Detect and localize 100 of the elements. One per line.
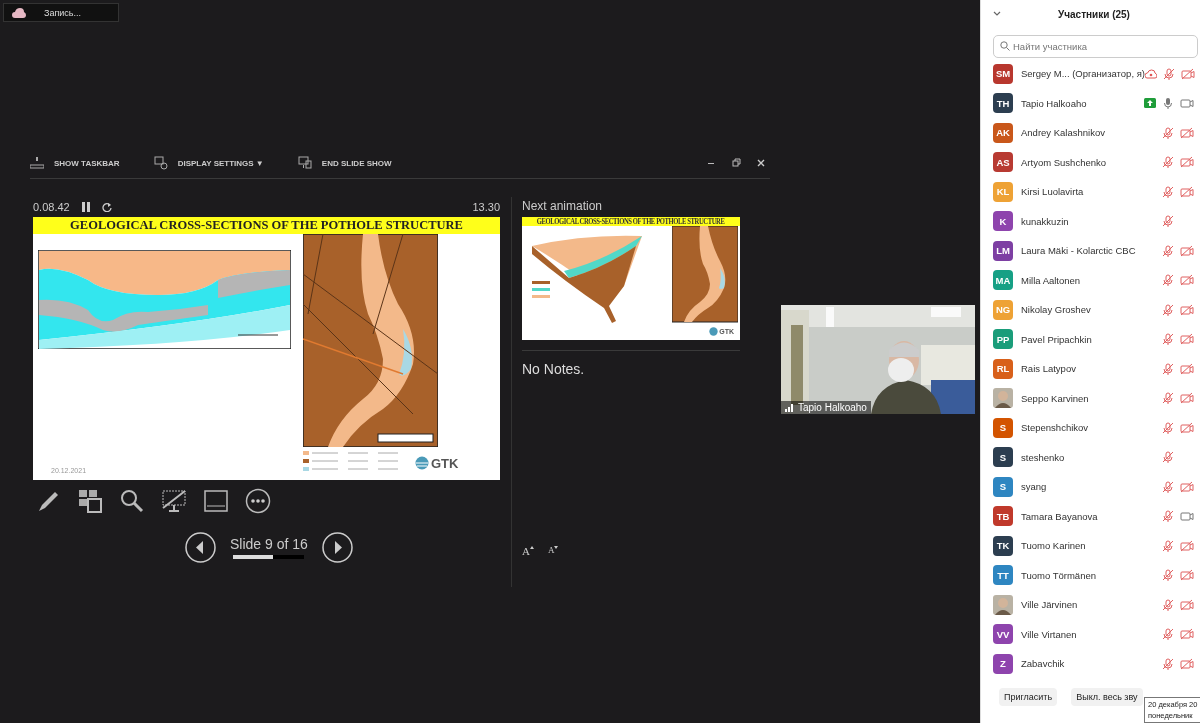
muted-microphone-icon[interactable] [1162,303,1174,316]
camera-off-icon[interactable] [1180,185,1194,198]
muted-microphone-icon[interactable] [1162,67,1175,80]
muted-microphone-icon[interactable] [1162,451,1174,464]
camera-off-icon[interactable] [1180,244,1194,257]
muted-microphone-icon[interactable] [1162,362,1174,375]
participant-row[interactable]: S Stepenshchikov [981,413,1200,443]
muted-microphone-icon[interactable] [1162,333,1174,346]
avatar: PP [993,329,1013,350]
avatar: TT [993,565,1013,586]
camera-off-icon[interactable] [1180,392,1194,405]
toolbar-button[interactable]: END SLIDE SHOW [297,156,392,170]
toolbar-button[interactable]: DISPLAY SETTINGS ▼ [153,156,264,170]
muted-microphone-icon[interactable] [1162,156,1174,169]
participant-row[interactable]: PP Pavel Pripachkin [981,324,1200,354]
participant-name: Milla Aaltonen [1021,274,1081,286]
footer-button[interactable]: Пригласить [999,687,1058,706]
restore-icon[interactable] [731,158,741,168]
participant-row[interactable]: S syang [981,472,1200,502]
muted-microphone-icon[interactable] [1162,274,1174,287]
notes-text: No Notes. [522,361,586,377]
muted-microphone-icon[interactable] [1162,392,1174,405]
search-field[interactable]: Найти участника [993,35,1198,58]
participant-row[interactable]: Ville Järvinen [981,590,1200,620]
close-icon[interactable] [756,158,766,168]
participant-row[interactable]: TH Tapio Halkoaho [981,88,1200,118]
avatar: TB [993,506,1013,527]
restart-icon[interactable] [101,202,112,212]
chevron-down-icon[interactable] [993,11,1001,17]
participant-name: Tuomo Törmänen [1021,569,1096,581]
camera-off-icon[interactable] [1180,657,1194,670]
participant-row[interactable]: VV Ville Virtanen [981,619,1200,649]
camera-off-icon[interactable] [1180,274,1194,287]
participant-row[interactable]: TK Tuomo Karinen [981,531,1200,561]
participant-row[interactable]: K kunakkuzin [981,206,1200,236]
participant-row[interactable]: TT Tuomo Törmänen [981,560,1200,590]
camera-off-icon[interactable] [1180,569,1194,582]
avatar: Z [993,653,1013,674]
camera-off-icon[interactable] [1180,421,1194,434]
avatar: AS [993,152,1013,173]
camera-off-icon[interactable] [1180,628,1194,641]
magnifier-icon[interactable] [119,488,145,514]
muted-microphone-icon[interactable] [1162,244,1174,257]
muted-microphone-icon[interactable] [1162,539,1174,552]
muted-microphone-icon[interactable] [1162,657,1174,670]
footer-button[interactable]: Выкл. весь зву [1071,687,1143,706]
subtitles-icon[interactable] [203,488,229,514]
camera-icon[interactable] [1180,510,1194,523]
participant-name: Rais Latypov [1021,363,1076,375]
muted-microphone-icon[interactable] [1162,185,1174,198]
muted-microphone-icon[interactable] [1162,215,1174,228]
toolbar-button[interactable]: SHOW TASKBAR [30,157,120,169]
avatar: TK [993,535,1013,556]
participant-row[interactable]: S steshenko [981,442,1200,472]
participant-row[interactable]: LM Laura Mäki - Kolarctic CBC [981,236,1200,266]
muted-microphone-icon[interactable] [1162,510,1174,523]
camera-off-icon[interactable] [1180,156,1194,169]
camera-off-icon[interactable] [1180,333,1194,346]
camera-off-icon[interactable] [1180,67,1195,80]
muted-microphone-icon[interactable] [1162,598,1174,611]
monitor-slash-icon[interactable] [161,488,187,514]
participant-name: Tapio Halkoaho [798,402,867,413]
camera-icon[interactable] [1180,97,1194,110]
camera-off-icon[interactable] [1180,362,1194,375]
camera-off-icon[interactable] [1180,303,1194,316]
muted-microphone-icon[interactable] [1162,569,1174,582]
participant-row[interactable]: RL Rais Latypov [981,354,1200,384]
next-animation-label: Next animation [522,198,604,215]
camera-off-icon[interactable] [1180,598,1194,611]
muted-microphone-icon[interactable] [1162,126,1174,139]
muted-microphone-icon[interactable] [1162,628,1174,641]
participant-row[interactable]: MA Milla Aaltonen [981,265,1200,295]
participant-row[interactable]: NG Nikolay Groshev [981,295,1200,325]
participant-row[interactable]: Seppo Karvinen [981,383,1200,413]
recording-button[interactable]: Запись... [3,3,119,22]
muted-microphone-icon[interactable] [1162,480,1174,493]
previous-slide-icon[interactable] [185,532,216,563]
participant-row[interactable]: AK Andrey Kalashnikov [981,118,1200,148]
gtk-logo: GTK [415,455,459,471]
increase-font-button[interactable]: A [522,545,534,557]
camera-off-icon[interactable] [1180,539,1194,552]
participant-row[interactable]: Z Zabavchik [981,649,1200,679]
participant-row[interactable]: SM Sergey M... (Организатор, я) [981,59,1200,89]
more-icon[interactable] [245,488,271,514]
participant-name: Tuomo Karinen [1021,540,1086,552]
next-slide-icon[interactable] [321,532,353,563]
slideshow-icon [297,156,312,170]
slides-grid-icon[interactable] [77,488,103,514]
participant-row[interactable]: TB Tamara Bayanova [981,501,1200,531]
participant-row[interactable]: AS Artyom Sushchenko [981,147,1200,177]
search-icon [1000,41,1010,51]
pause-icon[interactable] [81,202,90,212]
muted-microphone-icon[interactable] [1162,421,1174,434]
camera-off-icon[interactable] [1180,126,1194,139]
participant-name: Ville Virtanen [1021,628,1077,640]
camera-off-icon[interactable] [1180,480,1194,493]
participant-row[interactable]: KL Kirsi Luolavirta [981,177,1200,207]
cloud-icon [12,6,26,19]
decrease-font-button[interactable]: A [547,545,559,557]
microphone-icon[interactable] [1162,97,1174,110]
